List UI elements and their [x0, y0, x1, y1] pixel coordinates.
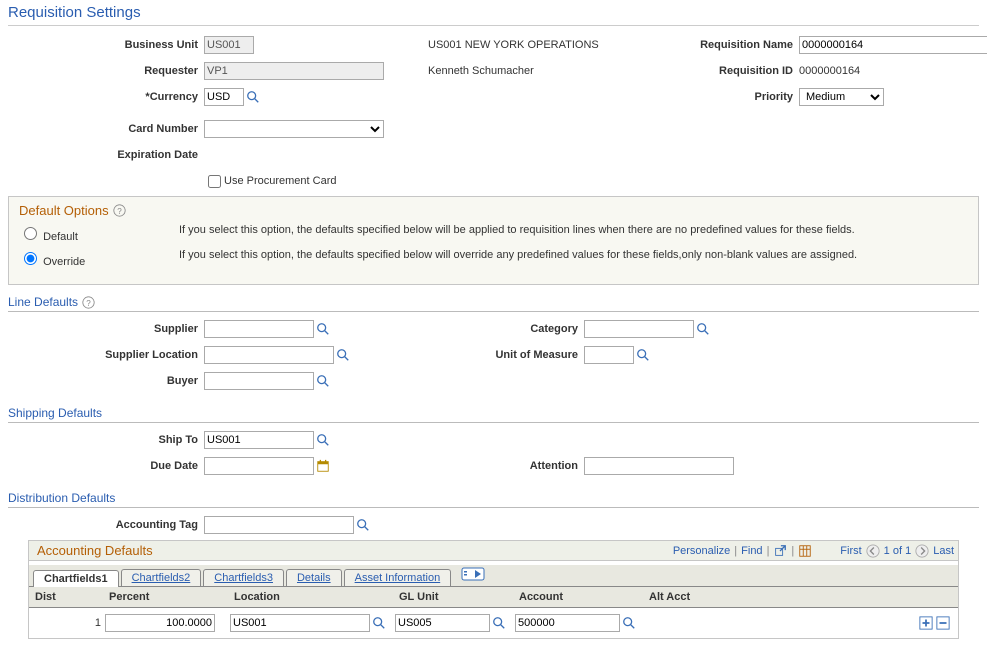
supplier-label: Supplier — [8, 323, 204, 335]
magnify-icon[interactable] — [246, 90, 260, 104]
use-procurement-card-checkbox[interactable] — [208, 175, 221, 188]
magnify-icon[interactable] — [316, 374, 330, 388]
percent-input[interactable] — [105, 614, 215, 632]
col-dist: Dist — [31, 591, 109, 603]
add-row-icon[interactable] — [919, 616, 933, 630]
card-number-select[interactable] — [204, 120, 384, 138]
ship-to-label: Ship To — [8, 434, 204, 446]
category-label: Category — [448, 323, 584, 335]
default-radio-label: Default — [43, 231, 78, 243]
tab-chartfields2[interactable]: Chartfields2 — [121, 569, 202, 586]
magnify-icon[interactable] — [316, 433, 330, 447]
due-date-label: Due Date — [8, 460, 204, 472]
magnify-icon[interactable] — [336, 348, 350, 362]
card-number-label: Card Number — [8, 123, 204, 135]
business-unit-label: Business Unit — [8, 39, 204, 51]
magnify-icon[interactable] — [372, 616, 386, 630]
first-link[interactable]: First — [840, 545, 861, 557]
override-radio-label: Override — [43, 256, 85, 268]
ship-to-input[interactable] — [204, 431, 314, 449]
due-date-input[interactable] — [204, 457, 314, 475]
requester-input — [204, 62, 384, 80]
accounting-tag-label: Accounting Tag — [8, 519, 204, 531]
default-radio[interactable] — [24, 227, 37, 240]
show-all-tabs-icon[interactable] — [459, 567, 487, 581]
currency-label: *Currency — [8, 91, 204, 103]
override-option-desc: If you select this option, the defaults … — [179, 249, 968, 261]
use-procurement-card-label: Use Procurement Card — [224, 175, 337, 187]
magnify-icon[interactable] — [356, 518, 370, 532]
magnify-icon[interactable] — [636, 348, 650, 362]
account-input[interactable] — [515, 614, 620, 632]
delete-row-icon[interactable] — [936, 616, 950, 630]
page-indicator: 1 of 1 — [884, 545, 912, 557]
next-arrow-icon[interactable] — [915, 544, 929, 558]
default-options-box: Default Options Default If you select th… — [8, 196, 979, 285]
supplier-location-input[interactable] — [204, 346, 334, 364]
expiration-date-label: Expiration Date — [8, 149, 204, 161]
default-options-title: Default Options — [19, 203, 109, 218]
attention-input[interactable] — [584, 457, 734, 475]
magnify-icon[interactable] — [622, 616, 636, 630]
page-title: Requisition Settings — [8, 4, 979, 26]
distribution-defaults-title: Distribution Defaults — [8, 491, 115, 505]
tab-chartfields3[interactable]: Chartfields3 — [203, 569, 284, 586]
category-input[interactable] — [584, 320, 694, 338]
requisition-name-label: Requisition Name — [658, 39, 799, 51]
buyer-input[interactable] — [204, 372, 314, 390]
table-row: 1 — [29, 608, 958, 638]
line-defaults-title: Line Defaults — [8, 295, 78, 309]
attention-label: Attention — [448, 460, 584, 472]
accounting-tag-input[interactable] — [204, 516, 354, 534]
override-radio[interactable] — [24, 252, 37, 265]
business-unit-input — [204, 36, 254, 54]
magnify-icon[interactable] — [696, 322, 710, 336]
dist-value: 1 — [31, 617, 105, 629]
popout-icon[interactable] — [773, 544, 787, 558]
col-location: Location — [234, 591, 399, 603]
default-option-desc: If you select this option, the defaults … — [179, 224, 968, 236]
col-gl-unit: GL Unit — [399, 591, 519, 603]
requisition-id-value: 0000000164 — [799, 65, 860, 77]
uom-input[interactable] — [584, 346, 634, 364]
requester-label: Requester — [8, 65, 204, 77]
tab-details[interactable]: Details — [286, 569, 342, 586]
shipping-defaults-title: Shipping Defaults — [8, 406, 102, 420]
gl-unit-input[interactable] — [395, 614, 490, 632]
col-account: Account — [519, 591, 649, 603]
requisition-id-label: Requisition ID — [658, 65, 799, 77]
personalize-link[interactable]: Personalize — [673, 545, 730, 557]
requester-name: Kenneth Schumacher — [428, 65, 534, 77]
accounting-defaults-title: Accounting Defaults — [33, 543, 669, 558]
priority-select[interactable]: Medium — [799, 88, 884, 106]
tab-chartfields1[interactable]: Chartfields1 — [33, 570, 119, 587]
magnify-icon[interactable] — [492, 616, 506, 630]
business-unit-desc: US001 NEW YORK OPERATIONS — [428, 39, 599, 51]
magnify-icon[interactable] — [316, 322, 330, 336]
priority-label: Priority — [658, 91, 799, 103]
buyer-label: Buyer — [8, 375, 204, 387]
currency-input[interactable] — [204, 88, 244, 106]
location-input[interactable] — [230, 614, 370, 632]
requisition-name-input[interactable] — [799, 36, 987, 54]
col-alt-acct: Alt Acct — [649, 591, 819, 603]
help-icon[interactable] — [113, 204, 126, 217]
last-link[interactable]: Last — [933, 545, 954, 557]
supplier-input[interactable] — [204, 320, 314, 338]
uom-label: Unit of Measure — [448, 349, 584, 361]
prev-arrow-icon[interactable] — [866, 544, 880, 558]
calendar-icon[interactable] — [316, 459, 330, 473]
grid-view-icon[interactable] — [798, 544, 812, 558]
help-icon[interactable] — [82, 296, 95, 309]
find-link[interactable]: Find — [741, 545, 762, 557]
supplier-location-label: Supplier Location — [8, 349, 204, 361]
col-percent: Percent — [109, 591, 234, 603]
tab-asset-information[interactable]: Asset Information — [344, 569, 452, 586]
